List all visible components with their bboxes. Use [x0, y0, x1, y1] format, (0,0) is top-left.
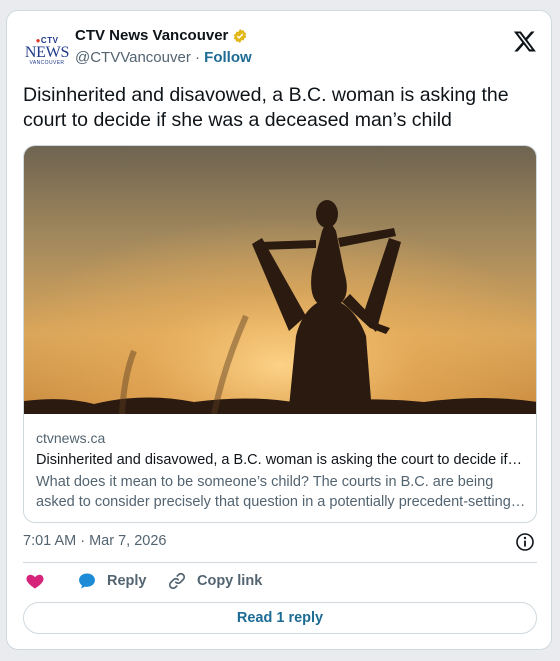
heart-icon: [26, 574, 44, 589]
post-timestamp[interactable]: 7:01 AM · Mar 7, 2026: [23, 533, 166, 549]
article-photo[interactable]: [24, 146, 537, 414]
separator-dot: ·: [195, 49, 200, 66]
news-logo-word: NEWS: [24, 43, 70, 61]
reply-bubble-icon: [79, 573, 95, 589]
link-meta: ctvnews.ca Disinherited and disavowed, a…: [36, 430, 526, 512]
author-info: CTV News Vancouver @CTVVancouver · Follo…: [75, 27, 252, 66]
reply-label: Reply: [107, 573, 147, 589]
post-text: Disinherited and disavowed, a B.C. woman…: [23, 84, 509, 131]
divider: [23, 562, 537, 563]
reply-button[interactable]: Reply: [77, 571, 147, 591]
verified-badge-icon: [234, 28, 247, 43]
action-bar: Reply Copy link: [23, 571, 537, 597]
link-preview-card[interactable]: ctvnews.ca Disinherited and disavowed, a…: [23, 145, 537, 523]
post-header: ●CTV NEWS VANCOUVER CTV News Vancouver @…: [23, 25, 537, 75]
link-domain[interactable]: ctvnews.ca: [36, 430, 526, 446]
handle-row: @CTVVancouver · Follow: [75, 49, 252, 66]
city-logo-word: VANCOUVER: [29, 59, 65, 66]
display-name-row[interactable]: CTV News Vancouver: [75, 27, 252, 44]
link-description: What does it mean to be someone’s child?…: [36, 474, 511, 510]
handle[interactable]: @CTVVancouver: [75, 49, 191, 66]
display-name[interactable]: CTV News Vancouver: [75, 27, 228, 44]
info-icon[interactable]: [515, 532, 535, 552]
copy-link-label: Copy link: [197, 573, 263, 589]
link-title[interactable]: Disinherited and disavowed, a B.C. woman…: [36, 452, 526, 468]
link-chain-icon: [168, 572, 186, 590]
x-logo-icon[interactable]: [513, 29, 537, 53]
avatar[interactable]: ●CTV NEWS VANCOUVER: [23, 31, 71, 71]
follow-button[interactable]: Follow: [204, 49, 252, 66]
embedded-post-card: ●CTV NEWS VANCOUVER CTV News Vancouver @…: [6, 10, 552, 650]
copy-link-button[interactable]: Copy link: [167, 571, 262, 591]
like-button[interactable]: [25, 571, 45, 591]
read-replies-button[interactable]: Read 1 reply: [23, 602, 537, 634]
